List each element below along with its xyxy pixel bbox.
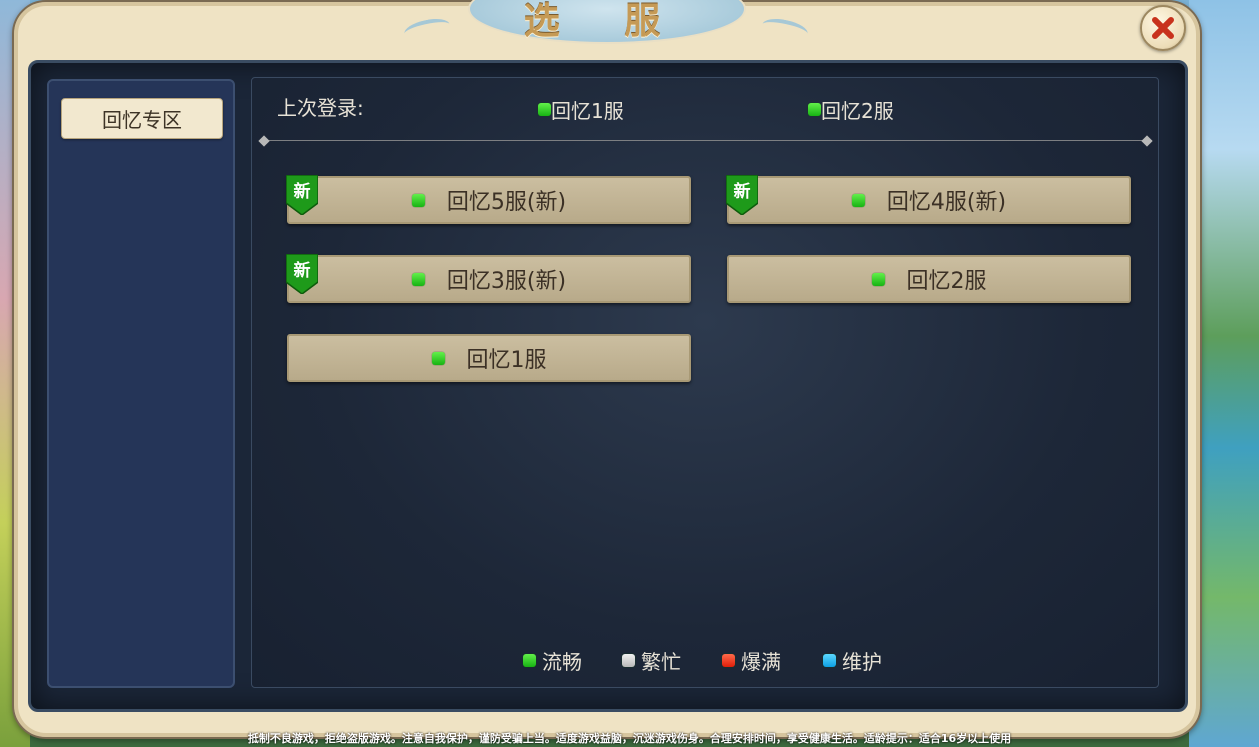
health-notice: 抵制不良游戏，拒绝盗版游戏。注意自我保护，谨防受骗上当。适度游戏益脑，沉迷游戏伤…: [247, 732, 1012, 745]
sidebar: [47, 79, 235, 688]
server-name: 回忆4服(新): [886, 190, 1007, 215]
status-dot-icon: [411, 272, 425, 286]
legend-item-maintenance: 维护: [823, 646, 882, 675]
legend-label: 爆满: [741, 650, 781, 674]
status-dot-icon: [538, 103, 551, 116]
server-name: 回忆1服: [466, 348, 547, 373]
server-button-5[interactable]: 新 回忆5服(新): [286, 175, 691, 224]
svg-text:新: 新: [734, 181, 751, 202]
recent-server-name: 回忆2服: [821, 99, 894, 123]
status-dot-icon: [808, 103, 821, 116]
legend-item-full: 爆满: [722, 646, 781, 675]
svg-text:新: 新: [294, 181, 311, 202]
recent-server-name: 回忆1服: [551, 99, 624, 123]
svg-text:新: 新: [294, 260, 311, 281]
status-dot-icon: [722, 654, 735, 667]
server-name: 回忆3服(新): [446, 269, 567, 294]
legend-item-busy: 繁忙: [622, 646, 681, 675]
last-login-label: 上次登录:: [277, 96, 364, 120]
server-button-2[interactable]: 回忆2服: [727, 255, 1131, 303]
new-badge-icon: 新: [286, 254, 318, 294]
server-name: 回忆5服(新): [446, 190, 567, 215]
divider: [260, 140, 1152, 141]
new-badge-icon: 新: [286, 175, 318, 215]
recent-server-1[interactable]: 回忆1服: [538, 95, 624, 124]
legend-item-smooth: 流畅: [523, 646, 582, 675]
status-dot-icon: [411, 193, 425, 207]
status-dot-icon: [823, 654, 836, 667]
server-list-panel: [251, 77, 1159, 688]
sidebar-tab-memory-zone[interactable]: 回忆专区: [61, 98, 223, 139]
legend-label: 繁忙: [641, 650, 681, 674]
legend-label: 维护: [842, 650, 882, 674]
dialog-title: 选 服: [523, 1, 687, 42]
recent-server-2[interactable]: 回忆2服: [808, 95, 894, 124]
close-icon: [1152, 17, 1174, 39]
status-dot-icon: [431, 351, 445, 365]
status-dot-icon: [851, 193, 865, 207]
close-button[interactable]: [1140, 5, 1186, 51]
server-button-4[interactable]: 新 回忆4服(新): [726, 175, 1131, 224]
server-button-3[interactable]: 新 回忆3服(新): [286, 254, 691, 303]
server-name: 回忆2服: [906, 269, 987, 294]
server-button-1[interactable]: 回忆1服: [287, 334, 691, 382]
status-dot-icon: [622, 654, 635, 667]
status-dot-icon: [523, 654, 536, 667]
new-badge-icon: 新: [726, 175, 758, 215]
legend-label: 流畅: [542, 650, 582, 674]
status-dot-icon: [871, 272, 885, 286]
